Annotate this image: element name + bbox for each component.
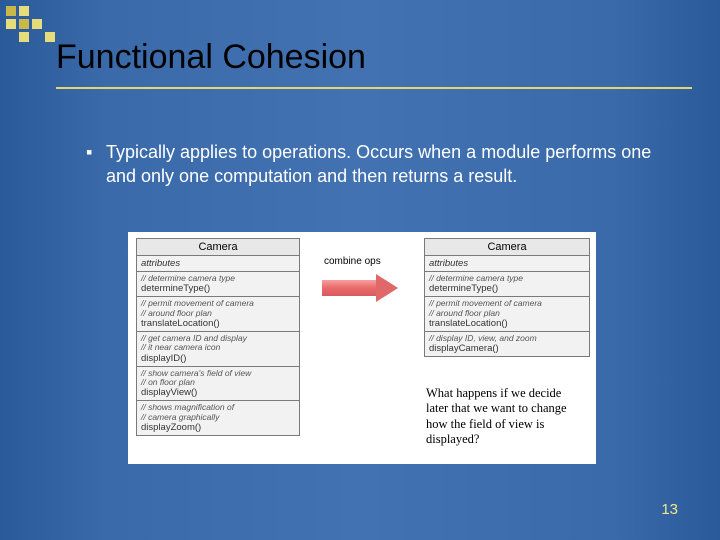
diagram-left-column: Camera attributes // determine camera ty… bbox=[128, 232, 306, 464]
class-box-right: Camera attributes // determine camera ty… bbox=[424, 238, 590, 357]
bullet-text: Typically applies to operations. Occurs … bbox=[106, 140, 660, 189]
diagram: Camera attributes // determine camera ty… bbox=[128, 232, 596, 464]
diagram-right-column: Camera attributes // determine camera ty… bbox=[420, 232, 596, 464]
class-name: Camera bbox=[137, 239, 299, 256]
bullet-marker: ▪ bbox=[86, 140, 106, 189]
title-rule bbox=[56, 87, 692, 89]
class-attrs: attributes bbox=[425, 256, 589, 272]
class-ops-left: // determine camera typedetermineType() … bbox=[137, 272, 299, 435]
question-text: What happens if we decide later that we … bbox=[424, 380, 590, 459]
combine-label: combine ops bbox=[324, 256, 381, 267]
title-block: Functional Cohesion bbox=[56, 38, 692, 89]
class-box-left: Camera attributes // determine camera ty… bbox=[136, 238, 300, 436]
slide-title: Functional Cohesion bbox=[56, 38, 692, 87]
class-ops-right: // determine camera typedetermineType() … bbox=[425, 272, 589, 356]
page-number: 13 bbox=[661, 501, 678, 518]
class-attrs: attributes bbox=[137, 256, 299, 272]
class-name: Camera bbox=[425, 239, 589, 256]
corner-decoration bbox=[6, 6, 55, 42]
diagram-middle-column: combine ops bbox=[306, 232, 420, 464]
bullet-item: ▪ Typically applies to operations. Occur… bbox=[86, 140, 660, 189]
arrow-icon bbox=[322, 274, 400, 302]
